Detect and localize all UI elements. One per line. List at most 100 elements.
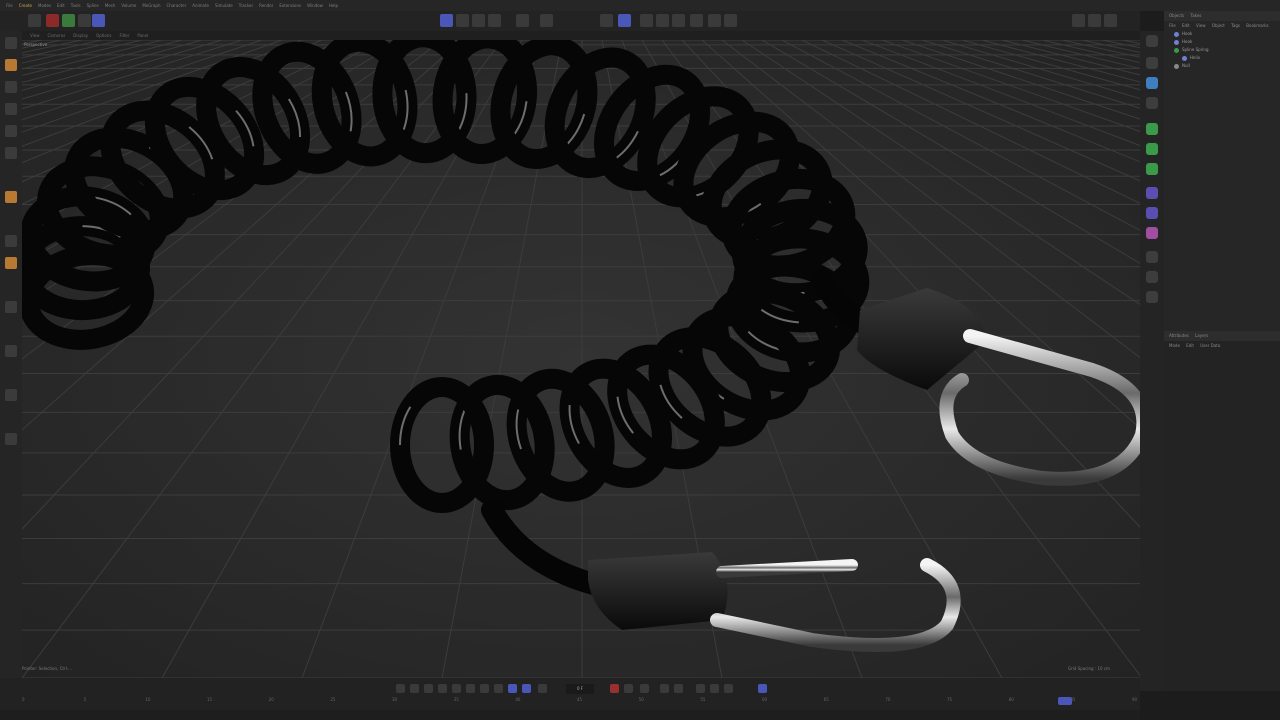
menu-item-create[interactable]: Create <box>19 0 32 11</box>
menu-item-tracker[interactable]: Tracker <box>239 0 253 11</box>
menu-item-spline[interactable]: Spline <box>87 0 99 11</box>
om-menu-edit[interactable]: Edit <box>1182 23 1190 28</box>
point-level-icon[interactable] <box>724 684 733 693</box>
layout-icon-2[interactable] <box>1088 14 1101 27</box>
polygons-mode-icon[interactable] <box>488 14 501 27</box>
menu-item-mesh[interactable]: Mesh <box>105 0 116 11</box>
param-key-icon[interactable] <box>710 684 719 693</box>
menu-item-modes[interactable]: Modes <box>38 0 51 11</box>
prev-frame-icon[interactable] <box>424 684 433 693</box>
cube-icon[interactable] <box>656 14 669 27</box>
record-icon[interactable] <box>610 684 619 693</box>
tag-icon[interactable] <box>1146 291 1158 303</box>
cube-primitive-icon[interactable] <box>1146 35 1158 47</box>
cloner-icon[interactable] <box>708 14 721 27</box>
om-menu-bookmarks[interactable]: Bookmarks <box>1246 23 1268 28</box>
menu-item-tools[interactable]: Tools <box>71 0 81 11</box>
array-icon[interactable] <box>1146 97 1158 109</box>
prev-key-icon[interactable] <box>410 684 419 693</box>
viewport-menu-view[interactable]: View <box>30 33 40 38</box>
playhead-marker[interactable] <box>1058 697 1072 705</box>
live-select-icon[interactable] <box>5 59 17 71</box>
workplane-icon[interactable] <box>540 14 553 27</box>
deformer-icon[interactable] <box>724 14 737 27</box>
play-back-icon[interactable] <box>438 684 447 693</box>
menu-item-file[interactable]: File <box>6 0 13 11</box>
auto-key-icon[interactable] <box>624 684 633 693</box>
menu-item-render[interactable]: Render <box>259 0 273 11</box>
effector-icon[interactable] <box>1146 163 1158 175</box>
play-icon[interactable] <box>452 684 461 693</box>
pen-icon[interactable] <box>672 14 685 27</box>
box-select-icon[interactable] <box>5 81 17 93</box>
menu-item-edit[interactable]: Edit <box>57 0 65 11</box>
menu-item-window[interactable]: Window <box>307 0 323 11</box>
object-row[interactable]: Spline Spring <box>1164 46 1280 54</box>
snap-toggle-icon[interactable] <box>5 389 17 401</box>
undo-icon[interactable] <box>28 14 41 27</box>
menu-item-animate[interactable]: Animate <box>192 0 209 11</box>
go-start-icon[interactable] <box>396 684 405 693</box>
brush-icon[interactable] <box>5 191 17 203</box>
next-frame-icon[interactable] <box>466 684 475 693</box>
magnifier-icon[interactable] <box>5 37 17 49</box>
object-row[interactable]: Hook <box>1164 38 1280 46</box>
scale-tool-icon[interactable] <box>62 14 75 27</box>
object-row[interactable]: Helix <box>1164 54 1280 62</box>
knife-icon[interactable] <box>5 257 17 269</box>
layout-icon[interactable] <box>1072 14 1085 27</box>
attr-menu-userdata[interactable]: User Data <box>1200 343 1220 348</box>
menu-item-extensions[interactable]: Extensions <box>279 0 301 11</box>
timeline-ruler[interactable]: 0 5 10 15 20 25 30 35 40 45 50 55 60 65 70 75 80 85 90 <box>22 697 1137 707</box>
scale-icon[interactable] <box>5 147 17 159</box>
viewport-menu-filter[interactable]: Filter <box>119 33 129 38</box>
subdivision-icon[interactable] <box>690 14 703 27</box>
magnet-icon[interactable] <box>5 301 17 313</box>
menu-item-help[interactable]: Help <box>329 0 338 11</box>
om-menu-tags[interactable]: Tags <box>1231 23 1240 28</box>
viewport-menu-panel[interactable]: Panel <box>137 33 148 38</box>
move-icon[interactable] <box>5 103 17 115</box>
edges-mode-icon[interactable] <box>472 14 485 27</box>
tab-layers[interactable]: Layers <box>1195 333 1208 338</box>
material-icon[interactable] <box>1146 251 1158 263</box>
viewport-menu-options[interactable]: Options <box>96 33 111 38</box>
key-selection-icon[interactable] <box>640 684 649 693</box>
loop-icon[interactable] <box>508 684 517 693</box>
tab-attributes[interactable]: Attributes <box>1169 333 1189 338</box>
generator-icon[interactable] <box>1146 123 1158 135</box>
menu-item-character[interactable]: Character <box>166 0 186 11</box>
nurbs-icon[interactable] <box>1146 77 1158 89</box>
current-frame-field[interactable]: 0 F <box>566 684 594 694</box>
viewport-menu-display[interactable]: Display <box>73 33 88 38</box>
render-picture-icon[interactable] <box>618 14 631 27</box>
menu-item-simulate[interactable]: Simulate <box>215 0 233 11</box>
attr-menu-edit[interactable]: Edit <box>1186 343 1194 348</box>
timeline-settings-icon[interactable] <box>538 684 547 693</box>
position-key-icon[interactable] <box>660 684 669 693</box>
model-mode-icon[interactable] <box>440 14 453 27</box>
camera-icon[interactable] <box>1146 207 1158 219</box>
points-mode-icon[interactable] <box>456 14 469 27</box>
spline-primitive-icon[interactable] <box>1146 57 1158 69</box>
snap-icon[interactable] <box>516 14 529 27</box>
attr-menu-mode[interactable]: Mode <box>1169 343 1180 348</box>
move-tool-icon[interactable] <box>46 14 59 27</box>
tab-takes[interactable]: Takes <box>1190 13 1201 18</box>
om-menu-view[interactable]: View <box>1196 23 1206 28</box>
rotation-key-icon[interactable] <box>696 684 705 693</box>
go-end-icon[interactable] <box>494 684 503 693</box>
rotate-tool-icon[interactable] <box>78 14 91 27</box>
object-row[interactable]: Null <box>1164 62 1280 70</box>
tab-objects[interactable]: Objects <box>1169 13 1184 18</box>
next-key-icon[interactable] <box>480 684 489 693</box>
spline-icon[interactable] <box>5 235 17 247</box>
layout-icon-3[interactable] <box>1104 14 1117 27</box>
render-view-icon[interactable] <box>600 14 613 27</box>
3d-viewport[interactable] <box>22 40 1140 678</box>
axis-icon[interactable] <box>5 345 17 357</box>
light-icon[interactable] <box>1146 227 1158 239</box>
render-settings-icon[interactable] <box>640 14 653 27</box>
scale-key-icon[interactable] <box>674 684 683 693</box>
menu-item-mograph[interactable]: MoGraph <box>142 0 160 11</box>
